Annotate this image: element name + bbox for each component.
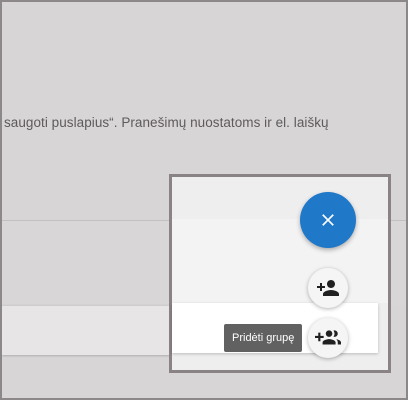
add-group-button[interactable] (308, 318, 348, 358)
page-body-text: saugoti puslapius“. Pranešimų nuostatoms… (4, 115, 329, 130)
add-group-tooltip: Pridėti grupę (224, 324, 303, 352)
speed-dial-close-button[interactable] (300, 192, 356, 248)
person-add-icon (317, 280, 339, 296)
close-icon (322, 214, 334, 226)
group-add-icon (315, 330, 341, 345)
highlight-band (172, 219, 388, 303)
add-person-button[interactable] (308, 268, 348, 308)
